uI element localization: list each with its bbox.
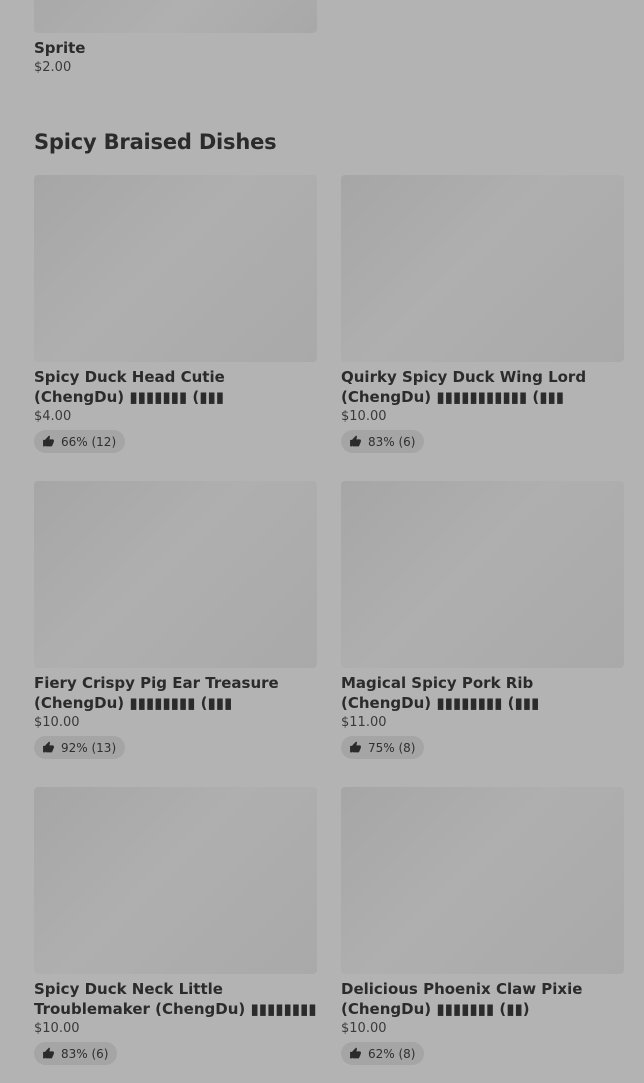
item-image <box>34 0 317 33</box>
item-price: $4.00 <box>34 409 72 424</box>
item-image <box>34 787 317 974</box>
item-name: Fiery Crispy Pig Ear Treasure (ChengDu) … <box>34 674 279 712</box>
rating-text: 83% (6) <box>61 1046 109 1061</box>
rating-badge: 66% (12) <box>34 430 126 453</box>
menu-item-card[interactable]: Quirky Spicy Duck Wing Lord (ChengDu) ▮▮… <box>341 175 624 481</box>
section-title: Spicy Braised Dishes <box>34 130 277 154</box>
item-price: $10.00 <box>34 715 80 730</box>
menu-item-card[interactable]: Fiery Crispy Pig Ear Treasure (ChengDu) … <box>34 481 317 787</box>
item-name: Sprite <box>34 39 86 57</box>
item-price: $10.00 <box>341 1021 387 1036</box>
rating-text: 62% (8) <box>368 1046 416 1061</box>
item-price: $10.00 <box>34 1021 80 1036</box>
rating-text: 66% (12) <box>61 434 117 449</box>
thumbs-up-icon <box>349 1047 362 1060</box>
thumbs-up-icon <box>349 435 362 448</box>
rating-badge: 92% (13) <box>34 736 126 759</box>
menu-item-card[interactable]: Spicy Duck Neck Little Troublemaker (Che… <box>34 787 317 1083</box>
thumbs-up-icon <box>42 741 55 754</box>
item-name: Spicy Duck Head Cutie (ChengDu) ▮▮▮▮▮▮▮ … <box>34 368 225 406</box>
thumbs-up-icon <box>42 1047 55 1060</box>
item-price: $11.00 <box>341 715 387 730</box>
menu-item-card[interactable]: Magical Spicy Pork Rib (ChengDu) ▮▮▮▮▮▮▮… <box>341 481 624 787</box>
menu-item-grid: Spicy Duck Head Cutie (ChengDu) ▮▮▮▮▮▮▮ … <box>34 175 624 1083</box>
item-name: Quirky Spicy Duck Wing Lord (ChengDu) ▮▮… <box>341 368 587 406</box>
thumbs-up-icon <box>42 435 55 448</box>
menu-item-card[interactable]: Spicy Duck Head Cutie (ChengDu) ▮▮▮▮▮▮▮ … <box>34 175 317 481</box>
item-price: $2.00 <box>34 60 72 75</box>
rating-text: 92% (13) <box>61 740 117 755</box>
item-name: Spicy Duck Neck Little Troublemaker (Che… <box>34 980 317 1018</box>
item-image <box>34 175 317 362</box>
thumbs-up-icon <box>349 741 362 754</box>
menu-item-card[interactable]: Delicious Phoenix Claw Pixie (ChengDu) ▮… <box>341 787 624 1083</box>
item-name: Magical Spicy Pork Rib (ChengDu) ▮▮▮▮▮▮▮… <box>341 674 540 712</box>
menu-item-sprite[interactable]: Sprite $2.00 <box>34 0 317 76</box>
menu-page: Sprite $2.00 Spicy Braised Dishes Spicy … <box>0 0 644 1083</box>
rating-text: 83% (6) <box>368 434 416 449</box>
item-image <box>341 175 624 362</box>
rating-text: 75% (8) <box>368 740 416 755</box>
rating-badge: 83% (6) <box>341 430 425 453</box>
item-image <box>34 481 317 668</box>
item-image <box>341 787 624 974</box>
rating-badge: 62% (8) <box>341 1042 425 1065</box>
item-name: Delicious Phoenix Claw Pixie (ChengDu) ▮… <box>341 980 583 1018</box>
rating-badge: 75% (8) <box>341 736 425 759</box>
item-image <box>341 481 624 668</box>
item-price: $10.00 <box>341 409 387 424</box>
rating-badge: 83% (6) <box>34 1042 118 1065</box>
